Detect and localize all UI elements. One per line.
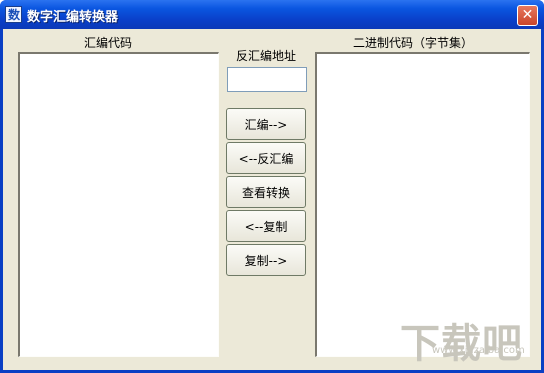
app-window: 数 数字汇编转换器 ✕ 汇编代码 反汇编地址 汇编--> <--反汇编 查看转换…: [0, 0, 544, 373]
close-icon: ✕: [521, 7, 534, 23]
app-icon-glyph: 数: [7, 8, 20, 22]
assemble-button[interactable]: 汇编-->: [226, 108, 306, 140]
title-bar[interactable]: 数 数字汇编转换器 ✕: [0, 0, 544, 29]
watermark-logo: 下载吧: [400, 321, 523, 367]
close-button[interactable]: ✕: [517, 5, 538, 26]
disassemble-button[interactable]: <--反汇编: [226, 142, 306, 174]
disassemble-address-label: 反汇编地址: [236, 49, 297, 63]
assembly-code-label: 汇编代码: [84, 36, 133, 50]
window-title: 数字汇编转换器: [27, 10, 119, 25]
copy-right-button[interactable]: 复制-->: [226, 244, 306, 276]
disassemble-address-input[interactable]: [227, 67, 307, 92]
app-icon: 数: [5, 6, 22, 23]
view-convert-button[interactable]: 查看转换: [226, 176, 306, 208]
copy-left-button[interactable]: <--复制: [226, 210, 306, 242]
assembly-code-textarea[interactable]: [18, 52, 219, 357]
watermark-url: www.xiazaiba.com: [432, 345, 525, 356]
binary-code-label: 二进制代码（字节集）: [353, 36, 474, 50]
